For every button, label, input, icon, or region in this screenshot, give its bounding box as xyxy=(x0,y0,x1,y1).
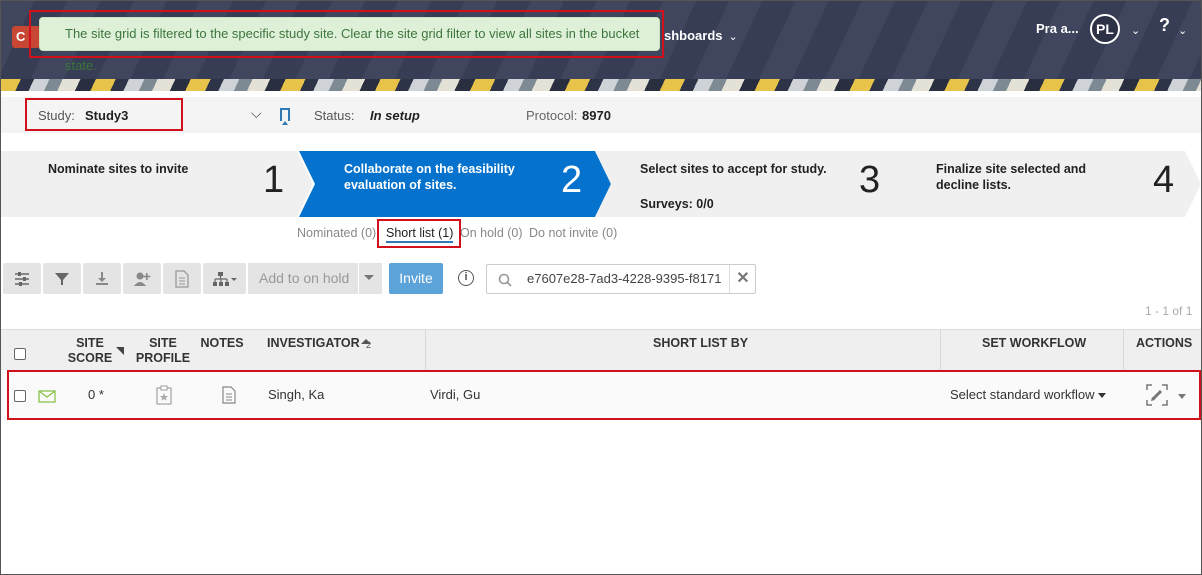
column-notes[interactable]: NOTES xyxy=(197,336,247,351)
study-label: Study: xyxy=(38,108,75,123)
divider xyxy=(425,330,426,371)
chevron-down-icon[interactable]: ⌄ xyxy=(1131,24,1140,37)
actions-caret-down-icon[interactable] xyxy=(1178,394,1186,399)
search-input[interactable] xyxy=(527,271,722,286)
filter-notification-toast: The site grid is filtered to the specifi… xyxy=(39,17,660,73)
process-train: Nominate sites to invite 1 Collaborate o… xyxy=(1,151,1201,217)
document-button[interactable] xyxy=(163,263,201,294)
investigator-name[interactable]: Singh, Ka xyxy=(268,387,324,402)
short-list-by-name: Virdi, Gu xyxy=(430,387,481,402)
user-avatar[interactable]: PL xyxy=(1090,14,1120,44)
train-stop-2[interactable]: Collaborate on the feasibility evaluatio… xyxy=(299,151,611,217)
protocol-label: Protocol: xyxy=(526,108,578,123)
train-stop-1[interactable]: Nominate sites to invite 1 xyxy=(1,151,313,217)
study-bar: Study: Study3 ⌵ Status: In setup Protoco… xyxy=(1,97,1201,133)
site-score-value: 0 * xyxy=(88,387,104,402)
help-icon[interactable]: ? xyxy=(1159,15,1170,36)
grid-toolbar: Add to on hold Invite i ✕ xyxy=(1,263,1201,295)
tab-on-hold[interactable]: On hold (0) xyxy=(460,226,523,240)
workflow-select[interactable]: Select standard workflow xyxy=(950,387,1106,402)
notes-icon[interactable] xyxy=(222,386,236,404)
train-stop-title: Collaborate on the feasibility evaluatio… xyxy=(344,162,515,192)
column-site-score[interactable]: SITE SCORE xyxy=(63,336,117,366)
column-set-workflow[interactable]: SET WORKFLOW xyxy=(982,336,1086,351)
column-investigator[interactable]: INVESTIGATOR xyxy=(267,336,360,351)
search-icon xyxy=(498,273,512,287)
download-icon xyxy=(96,271,108,285)
select-all-checkbox[interactable] xyxy=(14,348,26,360)
status-label: Status: xyxy=(314,108,355,123)
add-to-on-hold-button[interactable]: Add to on hold xyxy=(248,263,382,294)
edit-icon[interactable] xyxy=(1146,384,1168,406)
train-stop-title: Nominate sites to invite xyxy=(48,162,189,176)
column-actions: ACTIONS xyxy=(1136,336,1193,350)
column-settings-button[interactable] xyxy=(3,263,41,294)
table-row[interactable]: 0 * Singh, Ka Virdi, Gu Select standard … xyxy=(1,370,1201,420)
divider xyxy=(1123,330,1124,371)
workflow-select-label: Select standard workflow xyxy=(950,387,1095,402)
divider xyxy=(358,263,359,294)
train-stop-4[interactable]: Finalize site selected and decline lists… xyxy=(891,151,1201,217)
invite-button[interactable]: Invite xyxy=(389,263,443,294)
nav-dashboards-label: shboards xyxy=(664,28,723,43)
train-stop-3[interactable]: Select sites to accept for study. Survey… xyxy=(595,151,907,217)
filter-icon xyxy=(55,272,69,285)
clipboard-star-icon[interactable] xyxy=(156,385,172,405)
hierarchy-icon xyxy=(212,271,237,286)
add-to-on-hold-label: Add to on hold xyxy=(259,270,350,286)
search-box: ✕ xyxy=(486,264,756,294)
chevron-down-icon: ⌄ xyxy=(728,31,738,43)
add-user-icon xyxy=(134,272,151,286)
filter-button[interactable] xyxy=(43,263,81,294)
pagination-info: 1 - 1 of 1 xyxy=(1145,304,1193,318)
column-site-profile[interactable]: SITE PROFILE xyxy=(135,336,191,366)
caret-down-icon[interactable] xyxy=(364,275,374,280)
filter-indicator-icon xyxy=(116,347,124,355)
app-frame: C shboards ⌄ Pra a... PL ⌄ ? ⌄ The site g… xyxy=(0,0,1202,575)
clear-search-icon[interactable]: ✕ xyxy=(729,265,756,293)
document-icon xyxy=(175,269,189,288)
divider xyxy=(940,330,941,371)
bookmark-icon[interactable] xyxy=(280,108,290,125)
train-stop-number: 4 xyxy=(1153,159,1175,201)
tab-nominated[interactable]: Nominated (0) xyxy=(297,226,376,240)
nav-dashboards-menu[interactable]: shboards ⌄ xyxy=(664,28,738,43)
train-stop-number: 3 xyxy=(859,159,881,201)
header-banner-stripe xyxy=(1,79,1201,91)
chevron-down-icon[interactable]: ⌵ xyxy=(251,105,262,122)
download-button[interactable] xyxy=(83,263,121,294)
train-stop-number: 2 xyxy=(561,159,583,201)
protocol-value: 8970 xyxy=(582,108,611,123)
tab-short-list[interactable]: Short list (1) xyxy=(386,226,454,243)
column-short-list-by[interactable]: SHORT LIST BY xyxy=(653,336,748,351)
train-stop-title: Finalize site selected and decline lists… xyxy=(936,162,1087,192)
train-stop-title: Select sites to accept for study. xyxy=(640,162,827,176)
surveys-count: Surveys: 0/0 xyxy=(640,197,714,211)
oracle-logo[interactable]: C xyxy=(12,26,40,48)
tab-do-not-invite[interactable]: Do not invite (0) xyxy=(529,226,617,240)
email-icon[interactable] xyxy=(38,390,56,403)
chevron-down-icon[interactable]: ⌄ xyxy=(1178,24,1187,37)
caret-down-icon xyxy=(1097,393,1106,399)
sliders-icon xyxy=(15,271,29,286)
row-checkbox[interactable] xyxy=(14,390,26,402)
status-value: In setup xyxy=(370,108,420,123)
hierarchy-menu-button[interactable] xyxy=(203,263,246,294)
info-icon[interactable]: i xyxy=(458,270,474,286)
user-name[interactable]: Pra a... xyxy=(1036,21,1079,36)
train-stop-number: 1 xyxy=(263,159,285,201)
add-investigator-button[interactable] xyxy=(123,263,161,294)
study-value[interactable]: Study3 xyxy=(85,108,128,123)
sort-order-number: 2 xyxy=(366,340,372,350)
grid-header: SITE SCORE SITE PROFILE NOTES INVESTIGAT… xyxy=(1,329,1201,371)
